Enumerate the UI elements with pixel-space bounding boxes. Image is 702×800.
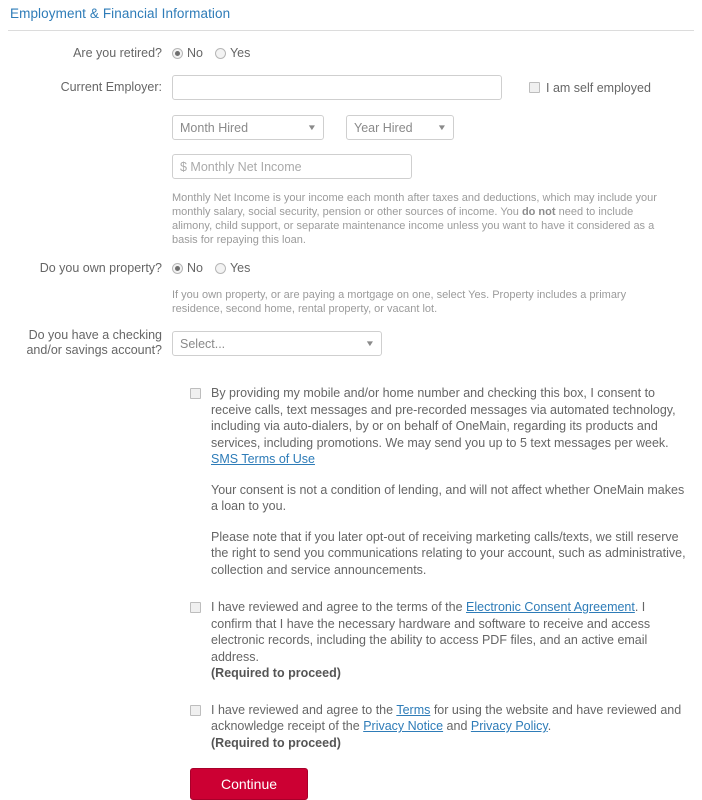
label-bank-account-line1: Do you have a checking [28,328,162,342]
employment-financial-form: Employment & Financial Information Are y… [0,0,702,800]
monthly-net-income-input[interactable] [172,154,412,179]
row-own-property: Do you own property? No Yes [0,261,702,276]
radio-retired-yes[interactable]: Yes [214,46,251,60]
income-help-emphasis: do not [521,206,556,218]
label-own-property: Do you own property? [39,261,162,275]
privacy-notice-link[interactable]: Privacy Notice [363,719,443,733]
section-title: Employment & Financial Information [10,6,231,21]
sms-terms-of-use-link[interactable]: SMS Terms of Use [211,452,315,466]
row-bank-account: Do you have a checking and/or savings ac… [0,328,702,358]
bank-account-select[interactable]: Select... ▼ [172,331,382,356]
terms-consent-block: I have reviewed and agree to the Terms f… [190,702,687,752]
radio-own-property-no[interactable]: No [172,261,203,275]
terms-consent-row: I have reviewed and agree to the Terms f… [190,702,687,752]
year-hired-select[interactable]: Year Hired ▼ [346,115,454,140]
continue-button-wrap: Continue [190,768,702,800]
chevron-down-icon: ▼ [364,338,376,348]
row-property-help: If you own property, or are paying a mor… [0,288,702,316]
sms-consent-block: By providing my mobile and/or home numbe… [190,385,687,578]
row-are-you-retired: Are you retired? No Yes [0,46,702,61]
sms-consent-row: By providing my mobile and/or home numbe… [190,385,687,468]
radio-label-own-property-no: No [187,261,203,275]
bank-account-value: Select... [180,336,226,351]
radio-label-own-property-yes: Yes [229,261,251,275]
electronic-consent-agreement-link[interactable]: Electronic Consent Agreement [466,600,635,614]
sms-consent-text: By providing my mobile and/or home numbe… [211,385,687,468]
terms-consent-checkbox[interactable] [190,704,201,716]
field-monthly-net-income [172,154,702,179]
radio-own-property-yes[interactable]: Yes [214,261,251,275]
row-income-help: Monthly Net Income is your income each m… [0,191,702,247]
month-hired-value: Month Hired [180,120,249,135]
self-employed-checkbox-row[interactable]: I am self employed [529,81,651,95]
terms-consent-text: I have reviewed and agree to the Terms f… [211,702,687,752]
label-are-you-retired: Are you retired? [73,46,162,60]
electronic-consent-text: I have reviewed and agree to the terms o… [211,599,687,682]
field-income-help: Monthly Net Income is your income each m… [172,191,702,247]
radio-label-retired-yes: Yes [229,46,251,60]
year-hired-value: Year Hired [354,120,413,135]
field-current-employer: I am self employed [172,75,702,100]
radio-icon-retired-no[interactable] [172,47,183,59]
radio-icon-own-property-no[interactable] [172,262,183,274]
sms-consent-paragraph-1: Your consent is not a condition of lendi… [211,482,685,514]
row-hire-date: Month Hired ▼ Year Hired ▼ [0,115,702,140]
sms-consent-paragraph-2: Please note that if you later opt-out of… [211,529,686,577]
electronic-consent-before: I have reviewed and agree to the terms o… [211,600,467,614]
terms-link[interactable]: Terms [396,703,430,717]
radio-group-retired: No Yes [172,46,250,60]
chevron-down-icon: ▼ [436,122,448,132]
radio-retired-no[interactable]: No [172,46,203,60]
electronic-consent-required: (Required to proceed) [211,666,341,680]
electronic-consent-checkbox[interactable] [190,602,201,613]
terms-consent-after: . [547,719,552,733]
label-current-employer: Current Employer: [60,80,162,94]
radio-label-retired-no: No [187,46,203,60]
field-property-help: If you own property, or are paying a mor… [172,288,702,316]
chevron-down-icon: ▼ [306,122,318,132]
month-hired-select[interactable]: Month Hired ▼ [172,115,324,140]
electronic-consent-block: I have reviewed and agree to the terms o… [190,599,687,682]
radio-group-own-property: No Yes [172,261,250,275]
radio-icon-retired-yes[interactable] [214,47,226,59]
property-help-text: If you own property, or are paying a mor… [172,289,627,315]
terms-consent-before: I have reviewed and agree to the [211,702,397,717]
field-bank-account: Select... ▼ [172,328,702,356]
field-hire-date: Month Hired ▼ Year Hired ▼ [172,115,702,140]
self-employed-checkbox[interactable] [529,82,540,93]
privacy-policy-link[interactable]: Privacy Policy [471,719,548,733]
income-help-text: Monthly Net Income is your income each m… [172,191,672,247]
row-current-employer: Current Employer: I am self employed [0,75,702,100]
continue-button[interactable]: Continue [190,768,308,800]
label-bank-account-line2: and/or savings account? [26,343,162,357]
electronic-consent-row: I have reviewed and agree to the terms o… [190,599,687,682]
field-own-property: No Yes [172,261,702,275]
sms-consent-checkbox[interactable] [190,388,201,399]
terms-consent-required: (Required to proceed) [211,735,341,750]
label-bank-account: Do you have a checking and/or savings ac… [0,328,172,358]
sms-consent-body: By providing my mobile and/or home numbe… [211,386,676,450]
row-monthly-net-income [0,154,702,179]
self-employed-label: I am self employed [546,80,651,95]
header-divider [8,30,694,31]
field-are-you-retired: No Yes [172,46,702,60]
current-employer-input[interactable] [172,75,502,100]
radio-icon-own-property-yes[interactable] [214,262,226,274]
terms-consent-mid2: and [443,719,471,733]
